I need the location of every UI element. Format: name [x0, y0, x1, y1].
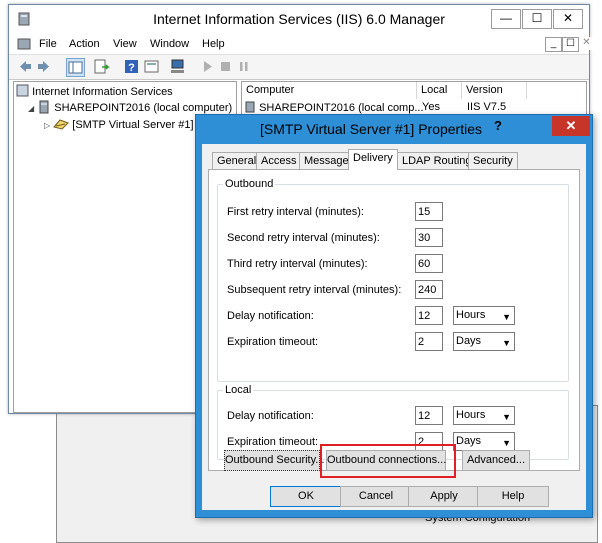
local-delay-label: Delay notification:	[227, 410, 314, 422]
server-icon	[39, 100, 49, 114]
outbound-delay-label: Delay notification:	[227, 310, 314, 322]
apply-button[interactable]: Apply	[408, 486, 480, 507]
menu-action[interactable]: Action	[69, 38, 100, 50]
subsequent-retry-input[interactable]: 240	[415, 280, 443, 299]
row-local: Yes	[422, 101, 440, 113]
tree-smtp-server[interactable]: ▷ [SMTP Virtual Server #1]	[44, 117, 194, 131]
tab-security[interactable]: Security	[468, 152, 518, 169]
smtp-icon	[53, 119, 70, 130]
tree-smtp-label: [SMTP Virtual Server #1]	[72, 119, 194, 131]
tree-computer-label: SHAREPOINT2016 (local computer)	[54, 102, 233, 114]
menu-window[interactable]: Window	[150, 38, 189, 50]
second-retry-label: Second retry interval (minutes):	[227, 232, 380, 244]
properties-icon[interactable]	[143, 58, 160, 75]
third-retry-label: Third retry interval (minutes):	[227, 258, 368, 270]
pause-icon[interactable]	[235, 58, 252, 75]
console-icon	[17, 38, 31, 50]
column-version[interactable]: Version	[462, 82, 527, 99]
chevron-down-icon: ▼	[502, 412, 511, 422]
smtp-properties-dialog: [SMTP Virtual Server #1] Properties ? ✕ …	[195, 114, 593, 518]
local-expiration-unit: Days	[456, 435, 482, 447]
menu-view[interactable]: View	[113, 38, 137, 50]
tab-ldap-routing[interactable]: LDAP Routing	[397, 152, 477, 169]
help-button[interactable]: Help	[477, 486, 549, 507]
local-delay-unit-select[interactable]: Hours ▼	[453, 406, 515, 425]
outbound-delay-unit-select[interactable]: Hours ▼	[453, 306, 515, 325]
outbound-expiration-unit: Days	[456, 335, 482, 347]
row-computer-name: SHAREPOINT2016 (local comp...	[259, 102, 424, 114]
mdi-minimize-button[interactable]: _	[545, 37, 562, 52]
outbound-delay-input[interactable]: 12	[415, 306, 443, 325]
outbound-connections-button[interactable]: Outbound connections...	[326, 450, 446, 471]
close-button[interactable]: ✕	[553, 9, 583, 29]
export-list-icon[interactable]	[93, 58, 110, 75]
local-delay-unit: Hours	[456, 409, 486, 421]
dialog-help-button[interactable]: ?	[483, 116, 513, 136]
cancel-button[interactable]: Cancel	[340, 486, 412, 507]
back-icon[interactable]	[17, 58, 34, 75]
column-computer[interactable]: Computer	[242, 82, 417, 99]
column-local[interactable]: Local	[417, 82, 462, 99]
outbound-expiration-label: Expiration timeout:	[227, 336, 319, 348]
dialog-close-button[interactable]: ✕	[552, 116, 590, 136]
local-expiration-unit-select[interactable]: Days ▼	[453, 432, 515, 451]
chevron-down-icon: ▼	[502, 338, 511, 348]
menu-file[interactable]: File	[39, 38, 57, 50]
dialog-body: General Access Messages Delivery LDAP Ro…	[202, 144, 586, 510]
outbound-expiration-input[interactable]: 2	[415, 332, 443, 351]
first-retry-label: First retry interval (minutes):	[227, 206, 364, 218]
third-retry-input[interactable]: 60	[415, 254, 443, 273]
show-hide-tree-icon[interactable]	[66, 58, 85, 77]
subsequent-retry-label: Subsequent retry interval (minutes):	[227, 284, 402, 296]
tree-root[interactable]: Internet Information Services	[16, 84, 173, 98]
expand-icon[interactable]: ▷	[44, 121, 50, 130]
tree-computer[interactable]: ◢ SHAREPOINT2016 (local computer)	[28, 100, 232, 114]
tab-delivery[interactable]: Delivery	[348, 149, 398, 170]
help-icon[interactable]: ?	[123, 58, 140, 75]
first-retry-input[interactable]: 15	[415, 202, 443, 221]
stop-icon[interactable]	[217, 58, 234, 75]
local-group-label: Local	[223, 384, 254, 396]
title-bar: Internet Information Services (IIS) 6.0 …	[9, 5, 589, 33]
iis-icon	[16, 84, 29, 97]
outbound-expiration-unit-select[interactable]: Days ▼	[453, 332, 515, 351]
tab-access[interactable]: Access	[256, 152, 302, 169]
outbound-group-label: Outbound	[223, 178, 276, 190]
start-icon[interactable]	[199, 58, 216, 75]
ok-button[interactable]: OK	[270, 486, 342, 507]
second-retry-input[interactable]: 30	[415, 228, 443, 247]
tree-root-label: Internet Information Services	[32, 86, 173, 98]
row-computer-cell: SHAREPOINT2016 (local comp...	[244, 101, 424, 114]
outbound-security-button[interactable]: Outbound Security...	[224, 450, 324, 471]
svg-text:?: ?	[128, 62, 135, 74]
collapse-icon[interactable]: ◢	[28, 104, 34, 113]
menu-bar: File Action View Window Help _ ☐ ✕	[9, 35, 594, 53]
local-expiration-label: Expiration timeout:	[227, 436, 319, 448]
mdi-close-button[interactable]: ✕	[579, 37, 594, 50]
computer-icon[interactable]	[169, 58, 186, 75]
mdi-restore-button[interactable]: ☐	[562, 37, 579, 52]
maximize-button[interactable]: ☐	[522, 9, 552, 29]
minimize-button[interactable]: —	[491, 9, 521, 29]
toolbar: ?	[9, 54, 589, 80]
advanced-button[interactable]: Advanced...	[462, 450, 530, 471]
dialog-title-bar: [SMTP Virtual Server #1] Properties ? ✕	[196, 115, 592, 143]
forward-icon[interactable]	[35, 58, 52, 75]
server-icon	[245, 101, 255, 113]
local-delay-input[interactable]: 12	[415, 406, 443, 425]
tab-general[interactable]: General	[212, 152, 262, 169]
row-version: IIS V7.5	[467, 101, 507, 113]
chevron-down-icon: ▼	[502, 312, 511, 322]
menu-help[interactable]: Help	[202, 38, 225, 50]
delivery-tab-pane: Outbound First retry interval (minutes):…	[208, 169, 580, 471]
outbound-delay-unit: Hours	[456, 309, 486, 321]
